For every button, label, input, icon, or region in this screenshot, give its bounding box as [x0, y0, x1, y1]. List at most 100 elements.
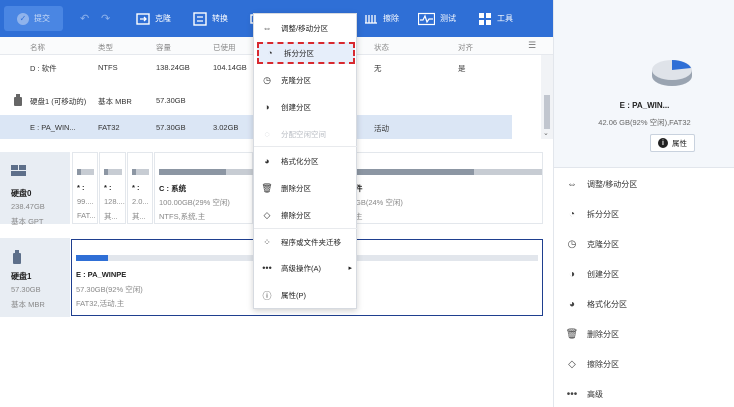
action-resize[interactable]: ⇔ 调整/移动分区: [566, 176, 637, 192]
menu-item-label: 分配空闲空间: [281, 129, 326, 139]
row-type: NTFS: [98, 63, 118, 72]
wipe-label: 擦除: [383, 14, 399, 23]
create-icon: ◑: [264, 102, 270, 112]
clone-label: 克隆: [155, 14, 171, 23]
partition-label: * :: [104, 183, 112, 192]
disk-size: 238.47GB: [11, 202, 45, 211]
menu-item-label: 克隆分区: [281, 75, 311, 85]
disk-name: 硬盘1: [11, 272, 32, 281]
disk1-card[interactable]: 硬盘1 57.30GB 基本 MBR: [0, 238, 70, 317]
clone-toolbar-button[interactable]: 克隆: [136, 0, 171, 37]
partition-fs: 其...: [132, 212, 146, 221]
action-delete[interactable]: 🗑 删除分区: [566, 326, 619, 342]
row-capacity: 57.30GB: [156, 123, 186, 132]
partition-size: 128....: [104, 197, 125, 206]
create-icon: ◑: [568, 268, 576, 280]
grid-icon: [478, 12, 492, 26]
action-label: 高级: [587, 389, 603, 399]
selected-partition-info: 42.06 GB(92% 空闲),FAT32: [598, 118, 691, 127]
menu-item-format[interactable]: ◕ 格式化分区: [254, 150, 358, 172]
action-label: 擦除分区: [587, 359, 619, 369]
partition-block[interactable]: * : 128.... 其...: [99, 152, 126, 224]
convert-toolbar-button[interactable]: 转换: [193, 0, 228, 37]
properties-label: 属性: [672, 138, 687, 148]
scrollbar-thumb[interactable]: [544, 95, 550, 129]
menu-item-delete[interactable]: 🗑 删除分区: [254, 177, 358, 199]
clone-icon: ◷: [567, 238, 577, 250]
split-icon: ◔: [267, 48, 273, 58]
context-menu: ⇔ 调整/移动分区 ◔ 拆分分区 ◷ 克隆分区 ◑ 创建分区 ◌ 分配空闲空间 ◕ 格式化分…: [253, 13, 358, 309]
menu-item-properties[interactable]: ⓘ 属性(P): [254, 284, 358, 306]
menu-item-wipe[interactable]: ◇ 擦除分区: [254, 204, 358, 226]
menu-item-label: 程序或文件夹迁移: [281, 237, 341, 247]
resize-icon: ⇔: [262, 23, 272, 33]
wipe-toolbar-button[interactable]: 擦除: [364, 0, 399, 37]
check-icon: ✓: [17, 12, 29, 25]
allocate-icon: ◌: [264, 129, 270, 139]
redo-icon[interactable]: ↷: [101, 0, 110, 37]
partition-block[interactable]: * : 99.... FAT...: [72, 152, 98, 224]
menu-item-create[interactable]: ◑ 创建分区: [254, 96, 358, 118]
eraser-icon: ◇: [568, 358, 576, 370]
col-align[interactable]: 对齐: [458, 42, 473, 53]
action-wipe[interactable]: ◇ 擦除分区: [566, 356, 619, 372]
action-label: 格式化分区: [587, 299, 627, 309]
resize-icon: ⇔: [567, 178, 577, 190]
action-label: 克隆分区: [587, 239, 619, 249]
col-status[interactable]: 状态: [374, 42, 389, 53]
convert-icon: [193, 11, 207, 26]
partition-size: 100.00GB(29% 空闲): [159, 198, 230, 207]
partition-pie-chart: [652, 60, 692, 86]
partition-size: GB(24% 空闲): [355, 198, 403, 207]
partition-label: E : PA_WINPE: [76, 270, 127, 279]
partition-label: * :: [132, 183, 140, 192]
more-icon: •••: [262, 263, 272, 273]
row-used: 3.02GB: [213, 123, 239, 132]
disk0-card[interactable]: 硬盘0 238.47GB 基本 GPT: [0, 152, 70, 226]
column-menu-icon[interactable]: ☰: [528, 40, 536, 51]
selected-partition-title: E : PA_WIN...: [619, 101, 670, 110]
partition-label: * :: [77, 183, 85, 192]
disk-size: 57.30GB: [11, 285, 41, 294]
chevron-down-icon[interactable]: ⌄: [543, 129, 549, 137]
trash-icon: 🗑: [565, 328, 579, 340]
submit-button[interactable]: ✓ 提交: [4, 6, 63, 31]
partition-size: 57.30GB(92% 空闲): [76, 285, 143, 294]
col-capacity[interactable]: 容量: [156, 42, 171, 53]
properties-button[interactable]: i 属性: [650, 134, 695, 152]
row-name: 硬盘1 (可移动的): [30, 97, 87, 106]
pulse-icon: [417, 12, 436, 26]
partition-size: 2.0...: [132, 197, 149, 206]
menu-item-migrate[interactable]: ⁘ 程序或文件夹迁移: [254, 231, 358, 253]
table-scrollbar[interactable]: ⌄: [541, 55, 553, 139]
action-label: 调整/移动分区: [587, 179, 638, 189]
split-icon: ◔: [568, 208, 576, 220]
partition-label: C : 系统: [159, 184, 187, 193]
undo-icon[interactable]: ↶: [80, 0, 89, 37]
disk-name: 硬盘0: [11, 189, 32, 198]
partition-block[interactable]: * : 2.0... 其...: [127, 152, 153, 224]
more-icon: •••: [566, 388, 578, 400]
action-split[interactable]: ◔ 拆分分区: [566, 206, 619, 222]
col-name[interactable]: 名称: [30, 42, 45, 53]
action-advanced[interactable]: ••• 高级: [566, 386, 603, 402]
clone-icon: [136, 12, 150, 26]
eraser-icon: ◇: [263, 209, 271, 220]
wipe-icon: [364, 12, 378, 26]
menu-item-resize[interactable]: ⇔ 调整/移动分区: [254, 17, 358, 39]
partition-c[interactable]: C : 系统 100.00GB(29% 空闲) NTFS,系统,主: [154, 152, 253, 224]
partition-fs: NTFS,系统,主: [159, 212, 206, 221]
menu-item-split[interactable]: ◔ 拆分分区: [257, 42, 355, 64]
col-used[interactable]: 已使用: [213, 42, 236, 53]
menu-separator: [254, 228, 358, 229]
trash-icon: 🗑: [261, 182, 273, 193]
menu-separator: [254, 146, 358, 147]
action-create[interactable]: ◑ 创建分区: [566, 266, 619, 282]
col-type[interactable]: 类型: [98, 42, 113, 53]
action-clone[interactable]: ◷ 克隆分区: [566, 236, 619, 252]
action-format[interactable]: ◕ 格式化分区: [566, 296, 627, 312]
tools-toolbar-button[interactable]: 工具: [478, 0, 513, 37]
test-toolbar-button[interactable]: 测试: [417, 0, 456, 37]
menu-item-clone[interactable]: ◷ 克隆分区: [254, 69, 358, 91]
menu-item-advanced[interactable]: ••• 高级操作(A) ▸: [254, 257, 358, 279]
